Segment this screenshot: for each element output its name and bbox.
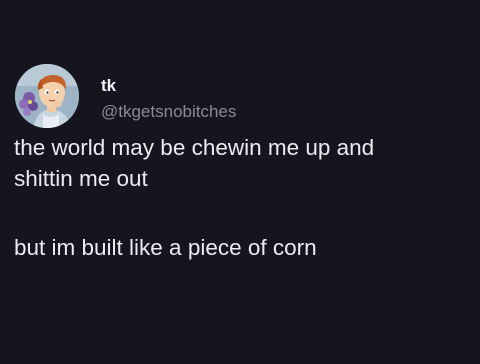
avatar[interactable]: [15, 64, 79, 128]
tweet-author: tk @tkgetsnobitches: [101, 70, 236, 122]
tweet-body: the world may be chewin me up and shitti…: [14, 132, 466, 263]
tweet-paragraph-2: but im built like a piece of corn: [14, 235, 317, 260]
cartoon-avatar-icon: [15, 64, 79, 128]
tweet-line-2: shittin me out: [14, 166, 148, 191]
tweet-line-1: the world may be chewin me up and: [14, 135, 375, 160]
tweet-header: tk @tkgetsnobitches: [15, 64, 236, 128]
user-handle[interactable]: @tkgetsnobitches: [101, 102, 236, 122]
tweet-card: tk @tkgetsnobitches the world may be che…: [0, 0, 480, 364]
display-name[interactable]: tk: [101, 76, 236, 96]
tweet-paragraph-1: the world may be chewin me up and shitti…: [14, 132, 466, 194]
